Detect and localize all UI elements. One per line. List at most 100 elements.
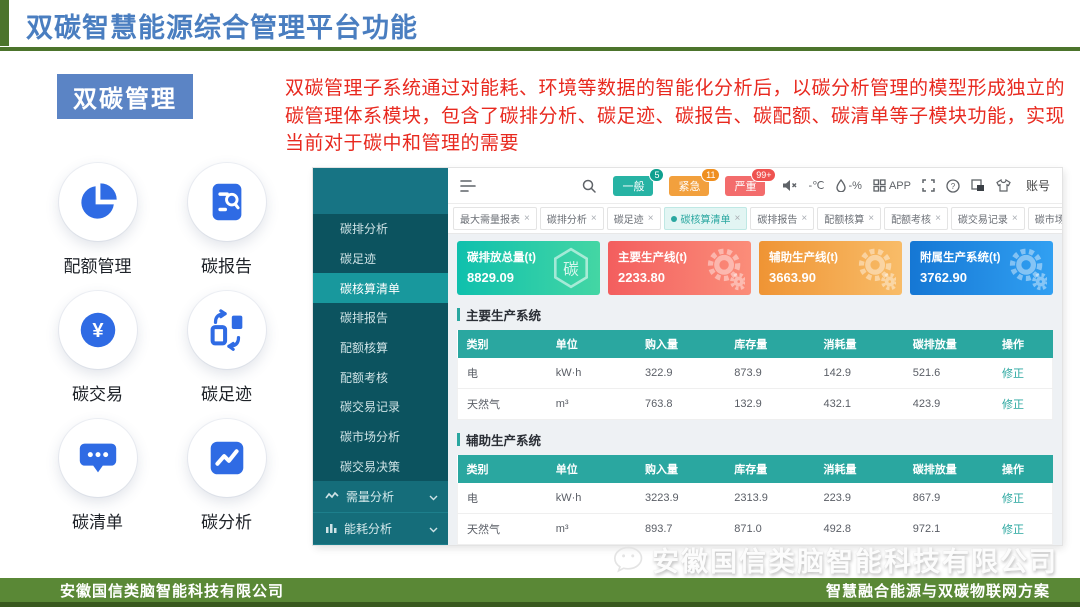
tab-close-icon[interactable]: × [801, 213, 807, 224]
dashboard-main: 一般5 紧急11 严重99+ -℃ -% APP [448, 168, 1062, 545]
table-cell: 电 [458, 358, 547, 389]
slide-root: 双碳智慧能源综合管理平台功能 双碳管理 双碳管理子系统通过对能耗、环境等数据的智… [0, 0, 1080, 607]
footer-company: 安徽国信类脑智能科技有限公司 [60, 580, 284, 601]
tab-close-icon[interactable]: × [591, 213, 597, 224]
tab-label: 碳排报告 [757, 211, 797, 226]
tab-碳排分析[interactable]: 碳排分析 × [540, 207, 604, 230]
table-cell: 天然气 [458, 389, 547, 420]
app-grid-icon[interactable]: APP [873, 179, 911, 192]
tab-close-icon[interactable]: × [935, 213, 941, 224]
svg-text:¥: ¥ [92, 320, 104, 342]
correct-link[interactable]: 修正 [1002, 368, 1024, 380]
mute-icon[interactable] [782, 179, 797, 192]
tab-label: 碳排分析 [547, 211, 587, 226]
tab-碳足迹[interactable]: 碳足迹× [607, 207, 661, 230]
table-sections: 主要生产系统类别单位购入量库存量消耗量碳排放量操作电kW·h322.9873.9… [457, 305, 1053, 545]
account-menu[interactable]: 账号 [1026, 177, 1050, 194]
wechat-logo-icon [612, 545, 646, 575]
table-cell: 763.8 [636, 389, 725, 420]
yuan-coin-icon: ¥ [59, 291, 137, 369]
tab-close-icon[interactable]: × [524, 213, 530, 224]
tab-碳交易记录[interactable]: 碳交易记录× [951, 207, 1025, 230]
stat-card[interactable]: 辅助生产线(t)3663.90 [759, 241, 902, 295]
tab-最大需量报表[interactable]: 最大需量报表 × [453, 207, 537, 230]
dashboard-content: 碳排放总量(t)8829.09碳主要生产线(t)2233.80辅助生产线(t)3… [448, 234, 1062, 545]
tab-close-icon[interactable]: × [1012, 213, 1018, 224]
help-icon[interactable]: ? [946, 179, 960, 193]
column-header: 购入量 [636, 330, 725, 358]
tab-配额核算[interactable]: 配额核算× [817, 207, 881, 230]
theme-skin-icon[interactable] [996, 179, 1011, 192]
title-accent-bar [0, 0, 9, 46]
table-cell: 2313.9 [725, 483, 814, 514]
fullscreen-icon[interactable] [922, 179, 935, 192]
stat-card[interactable]: 碳排放总量(t)8829.09碳 [457, 241, 600, 295]
carbon-hexagon-icon: 碳 [548, 245, 594, 291]
tab-配额考核[interactable]: 配额考核× [884, 207, 948, 230]
open-tabs-bar: 最大需量报表×碳排分析×碳足迹×碳核算清单×碳排报告×配额核算×配额考核×碳交易… [448, 204, 1062, 234]
badge-count: 99+ [751, 168, 776, 182]
alarm-badge-严重[interactable]: 严重99+ [725, 176, 765, 196]
company-watermark: 安徽国信类脑智能科技有限公司 [612, 540, 1058, 579]
column-header: 碳排放量 [904, 455, 993, 483]
table-cell: kW·h [547, 358, 636, 389]
alarm-badge-一般[interactable]: 一般5 [613, 176, 653, 196]
sidebar-group-energy[interactable]: 能耗分析 [313, 513, 448, 544]
table-cell-action: 修正 [993, 358, 1053, 389]
table-cell-action: 修正 [993, 389, 1053, 420]
stat-card[interactable]: 主要生产线(t)2233.80 [608, 241, 751, 295]
table-cell: kW·h [547, 483, 636, 514]
table-cell: 3223.9 [636, 483, 725, 514]
tab-close-icon[interactable]: × [868, 213, 874, 224]
dashboard-screenshot: 碳排分析碳足迹碳核算清单碳排报告配额核算配额考核碳交易记录碳市场分析碳交易决策 … [313, 168, 1062, 545]
tab-碳核算清单[interactable]: 碳核算清单× [664, 207, 748, 230]
column-header: 消耗量 [815, 455, 904, 483]
sidebar-item[interactable]: 碳交易决策 [313, 451, 448, 481]
description-text: 双碳管理子系统通过对能耗、环境等数据的智能化分析后，以碳分析管理的模型形成独立的… [285, 75, 1067, 158]
alarm-badges: 一般5 紧急11 严重99+ [613, 176, 765, 196]
table-cell: 223.9 [815, 483, 904, 514]
feature-quota: 配额管理 [33, 163, 162, 287]
sidebar-item[interactable]: 配额核算 [313, 333, 448, 363]
feature-inventory: 碳清单 [33, 419, 162, 543]
column-header: 库存量 [725, 455, 814, 483]
feature-trade: ¥碳交易 [33, 291, 162, 415]
screenshot-icon[interactable] [971, 179, 985, 192]
column-header: 类别 [458, 455, 547, 483]
slide-footer: 安徽国信类脑智能科技有限公司 智慧融合能源与双碳物联网方案 [0, 578, 1080, 607]
sidebar-item[interactable]: 碳足迹 [313, 244, 448, 274]
sidebar-group-label: 能耗分析 [344, 520, 429, 537]
search-icon[interactable] [582, 179, 596, 193]
section-accent-bar [457, 433, 460, 446]
stat-card[interactable]: 附属生产系统(t)3762.90 [910, 241, 1053, 295]
collapse-menu-icon[interactable] [460, 179, 476, 193]
tab-close-icon[interactable]: × [735, 213, 741, 224]
sidebar-group-demand[interactable]: 需量分析 [313, 481, 448, 512]
sidebar-item[interactable]: 碳排报告 [313, 303, 448, 333]
temperature-indicator: -℃ [808, 179, 824, 192]
feature-report: 碳报告 [162, 163, 291, 287]
sidebar-item[interactable]: 碳交易记录 [313, 392, 448, 422]
watermark-text: 安徽国信类脑智能科技有限公司 [652, 540, 1058, 579]
sidebar-item[interactable]: 配额考核 [313, 362, 448, 392]
tab-碳市场分析[interactable]: 碳市场分析× [1028, 207, 1062, 230]
tab-close-icon[interactable]: × [648, 213, 654, 224]
sidebar-item[interactable]: 碳市场分析 [313, 422, 448, 452]
correct-link[interactable]: 修正 [1002, 493, 1024, 505]
table-cell: 322.9 [636, 358, 725, 389]
data-table: 类别单位购入量库存量消耗量碳排放量操作电kW·h322.9873.9142.95… [457, 330, 1053, 420]
active-tab-dot [671, 216, 677, 222]
sidebar-item[interactable]: 碳排分析 [313, 214, 448, 244]
alarm-badge-紧急[interactable]: 紧急11 [669, 176, 709, 196]
feature-icon-grid: 配额管理碳报告¥碳交易碳足迹碳清单碳分析 [33, 163, 291, 543]
table-cell: 873.9 [725, 358, 814, 389]
sidebar-item[interactable]: 碳核算清单 [313, 273, 448, 303]
humidity-indicator: -% [836, 179, 862, 192]
column-header: 碳排放量 [904, 330, 993, 358]
tab-label: 最大需量报表 [460, 211, 520, 226]
section-accent-bar [457, 308, 460, 321]
data-table: 类别单位购入量库存量消耗量碳排放量操作电kW·h3223.92313.9223.… [457, 455, 1053, 545]
correct-link[interactable]: 修正 [1002, 399, 1024, 411]
correct-link[interactable]: 修正 [1002, 524, 1024, 536]
tab-碳排报告[interactable]: 碳排报告 × [750, 207, 814, 230]
